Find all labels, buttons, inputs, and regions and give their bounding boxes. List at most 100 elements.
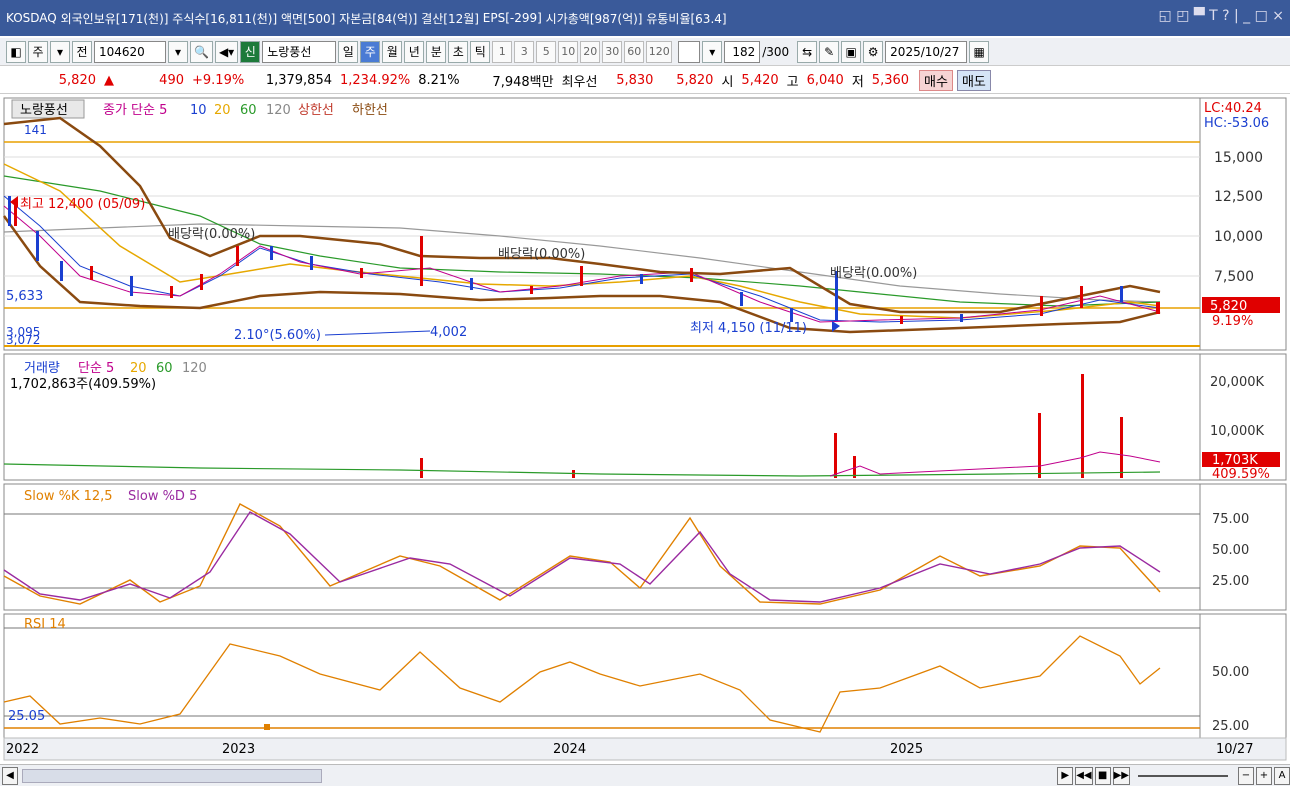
open-label: 시	[721, 75, 734, 90]
label-5633: 5,633	[6, 289, 43, 304]
volume-tick-2: 10,000K	[1210, 424, 1264, 439]
rsi-signal-marker	[264, 724, 270, 730]
blank-input[interactable]	[678, 40, 701, 63]
scroll-thumb[interactable]	[22, 768, 322, 783]
toolbar: ◧ 주 ▾ 전 104620 ▾ 🔍 ◀▾ 신 노랑풍선 일 주 월 년 분 초…	[0, 38, 1290, 66]
interval-20[interactable]: 20	[580, 40, 601, 63]
stoch-legend-k: Slow %K 12,5	[24, 489, 113, 504]
sound-icon[interactable]: ◀▾	[214, 40, 239, 63]
best-label: 최우선	[561, 75, 598, 90]
title-bar: KOSDAQ 외국인보유[171(천)] 주식수[16,811(천)] 액면[5…	[0, 0, 1290, 36]
rsi-left-label: 25.05	[8, 709, 45, 724]
interval-10[interactable]: 10	[558, 40, 579, 63]
low-note: 최저 4,150 (11/11)	[690, 321, 807, 336]
title-float: 유통비율[63.4]	[646, 11, 727, 26]
rsi-tick-1: 50.00	[1212, 665, 1249, 680]
count-total: /300	[762, 44, 790, 59]
x-tick-2025: 2025	[890, 742, 923, 757]
x-tick-end: 10/27	[1216, 742, 1253, 757]
period-year[interactable]: 년	[404, 40, 425, 63]
stoch-tick-2: 50.00	[1212, 543, 1249, 558]
sin-button[interactable]: 신	[240, 40, 261, 63]
jeon-button[interactable]: 전	[72, 40, 92, 63]
code-dropdown-icon[interactable]: ▾	[168, 40, 188, 63]
rsi-tick-2: 25.00	[1212, 719, 1249, 734]
volume-ratio: 1,234.92%	[340, 73, 411, 88]
trend-text: 2.10°(5.60%)	[234, 328, 321, 343]
price-tick-4: 7,500	[1214, 269, 1254, 285]
interval-5[interactable]: 5	[536, 40, 557, 63]
play-icon[interactable]: ▶	[1057, 766, 1074, 785]
title-foreign: 외국인보유[171(천)]	[60, 11, 169, 26]
legend-ma20: 20	[214, 103, 231, 118]
mode-select[interactable]: 주	[28, 40, 48, 63]
save-icon[interactable]: ▣	[841, 40, 862, 63]
title-par: 액면[500]	[281, 11, 336, 26]
period-minute[interactable]: 분	[426, 40, 447, 63]
scroll-left-icon[interactable]: ◀	[2, 766, 18, 785]
title-market: KOSDAQ	[6, 11, 57, 25]
volume-legend-ma60: 60	[156, 361, 173, 376]
search-icon[interactable]: 🔍	[190, 40, 213, 63]
compare-icon[interactable]: ⇆	[797, 40, 818, 63]
blank-dropdown-icon[interactable]: ▾	[702, 40, 723, 63]
change-value: 490	[159, 73, 184, 88]
period-day[interactable]: 일	[338, 40, 359, 63]
period-month[interactable]: 월	[382, 40, 403, 63]
title-capital: 자본금[84(억)]	[339, 11, 418, 26]
change-percent: +9.19%	[192, 73, 245, 88]
stop-icon[interactable]: ■	[1094, 766, 1111, 785]
price-tag: 5,820	[1210, 299, 1247, 314]
x-axis-strip	[3, 737, 1287, 761]
period-week[interactable]: 주	[360, 40, 381, 63]
date-input[interactable]: 2025/10/27	[885, 40, 968, 63]
volume-tick-1: 20,000K	[1210, 375, 1264, 390]
interval-30[interactable]: 30	[602, 40, 623, 63]
speed-slider[interactable]	[1138, 774, 1228, 777]
stock-name-field[interactable]: 노랑풍선	[262, 40, 337, 63]
code-input[interactable]: 104620	[94, 40, 166, 63]
font-icon[interactable]: A	[1274, 766, 1290, 785]
legend-ma5: 종가 단순 5	[103, 103, 167, 118]
zoom-out-icon[interactable]: −	[1238, 766, 1254, 785]
volume-legend-ma120: 120	[182, 361, 207, 376]
buy-button[interactable]: 매수	[919, 70, 953, 91]
gear-icon[interactable]: ⚙	[863, 40, 884, 63]
legend-ma10: 10	[190, 103, 207, 118]
up-arrow-icon: ▲	[104, 73, 114, 88]
draw-icon[interactable]: ✎	[819, 40, 840, 63]
interval-1[interactable]: 1	[492, 40, 513, 63]
chart-area[interactable]: 15,000 12,500 10,000 7,500 LC:40.24 HC:-…	[0, 96, 1290, 764]
dividend-note-1: 배당락(0.00%)	[168, 227, 255, 242]
x-tick-2023: 2023	[222, 742, 255, 757]
period-tick[interactable]: 틱	[470, 40, 491, 63]
layout-icon[interactable]: ◧	[6, 40, 26, 63]
interval-3[interactable]: 3	[514, 40, 535, 63]
best-bid: 5,820	[676, 73, 714, 88]
dividend-note-3: 배당락(0.00%)	[830, 266, 917, 281]
high-price: 6,040	[806, 73, 844, 88]
rsi-panel[interactable]	[3, 613, 1201, 739]
mode-dropdown-icon[interactable]: ▾	[50, 40, 70, 63]
bottom-scrollbar[interactable]: ◀ ▶ ◀◀ ■ ▶▶ − + A	[0, 764, 1290, 786]
volume-pct-tag: 409.59%	[1212, 467, 1270, 482]
top-value-label: 141	[24, 123, 47, 137]
stoch-tick-3: 25.00	[1212, 574, 1249, 589]
window-controls[interactable]: ◱ ◰ ▀ T ? | _ □ ×	[1159, 8, 1284, 24]
interval-120[interactable]: 120	[646, 40, 673, 63]
calendar-icon[interactable]: ▦	[969, 40, 990, 63]
hc-label: HC:-53.06	[1204, 116, 1269, 131]
interval-60[interactable]: 60	[624, 40, 645, 63]
count-input[interactable]: 182	[724, 40, 761, 63]
forward-icon[interactable]: ▶▶	[1112, 766, 1130, 785]
period-second[interactable]: 초	[448, 40, 469, 63]
sell-button[interactable]: 매도	[956, 70, 991, 91]
rewind-icon[interactable]: ◀◀	[1075, 766, 1093, 785]
turnover: 8.21%	[418, 73, 460, 88]
volume-legend-title: 거래량	[24, 361, 60, 376]
chart-svg[interactable]: 15,000 12,500 10,000 7,500 LC:40.24 HC:-…	[0, 96, 1290, 764]
x-tick-2024: 2024	[553, 742, 586, 757]
high-label: 고	[786, 75, 799, 90]
price-tick-1: 15,000	[1214, 150, 1263, 166]
zoom-in-icon[interactable]: +	[1256, 766, 1272, 785]
